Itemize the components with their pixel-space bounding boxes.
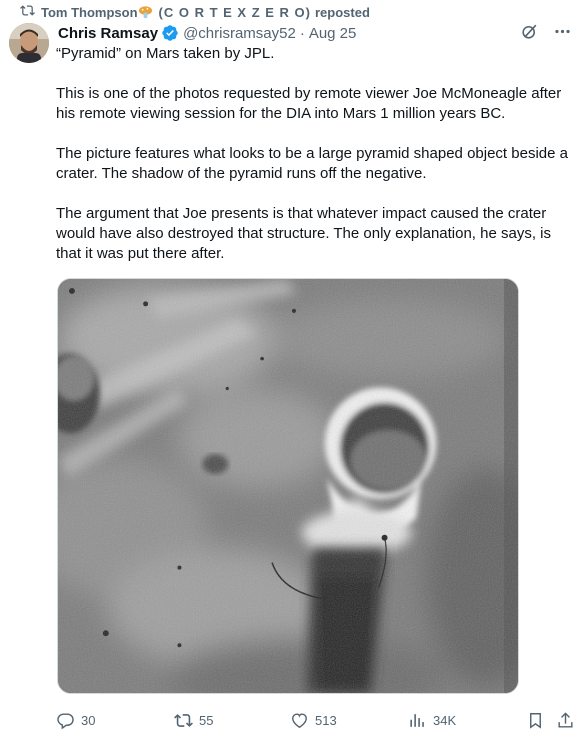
tweet-paragraph: The argument that Joe presents is that w… [56,205,552,262]
share-button[interactable] [554,707,576,733]
tweet-text: “Pyramid” on Mars taken by JPL. This is … [56,44,576,264]
grok-icon[interactable] [520,22,539,41]
more-icon[interactable] [553,22,572,41]
header-actions [520,22,572,41]
repost-icon [174,711,193,730]
repost-context[interactable]: Tom Thompson (C O R T E X Z E R O) repos… [20,3,370,21]
author-name[interactable]: Chris Ramsay [58,25,158,42]
like-button[interactable]: 513 [290,707,337,733]
tweet-paragraph: This is one of the photos requested by r… [56,85,562,122]
repost-handle-decor[interactable]: (C O R T E X Z E R O) [159,5,311,20]
views-count: 34K [433,712,457,728]
heart-icon [290,711,309,730]
verified-badge-icon[interactable] [158,24,183,42]
bookmark-icon [526,711,545,730]
tweet-paragraph: The picture features what looks to be a … [56,145,568,182]
repost-button[interactable]: 55 [174,707,213,733]
tweet-paragraph: “Pyramid” on Mars taken by JPL. [56,45,275,62]
mushroom-emoji-icon [138,5,153,20]
like-count: 513 [315,712,337,728]
tweet-media-photo[interactable] [57,278,519,694]
repost-count: 55 [199,712,214,728]
reply-count: 30 [81,712,96,728]
tweet-date[interactable]: Aug 25 [309,25,357,42]
views-icon [408,711,427,730]
repost-icon [20,3,35,21]
views-button[interactable]: 34K [408,707,456,733]
reply-button[interactable]: 30 [56,707,95,733]
header-separator: · [299,24,305,42]
share-icon [556,711,575,730]
tweet-header: Chris Ramsay @chrisramsay52 · Aug 25 [58,22,572,44]
author-handle[interactable]: @chrisramsay52 [183,25,296,42]
repost-action-label: reposted [314,4,370,20]
tweet-actions: 30 55 513 34K [56,707,576,733]
reply-icon [56,711,75,730]
avatar[interactable] [9,23,49,63]
bookmark-button[interactable] [524,707,546,733]
repost-user-name[interactable]: Tom Thompson [41,5,138,20]
